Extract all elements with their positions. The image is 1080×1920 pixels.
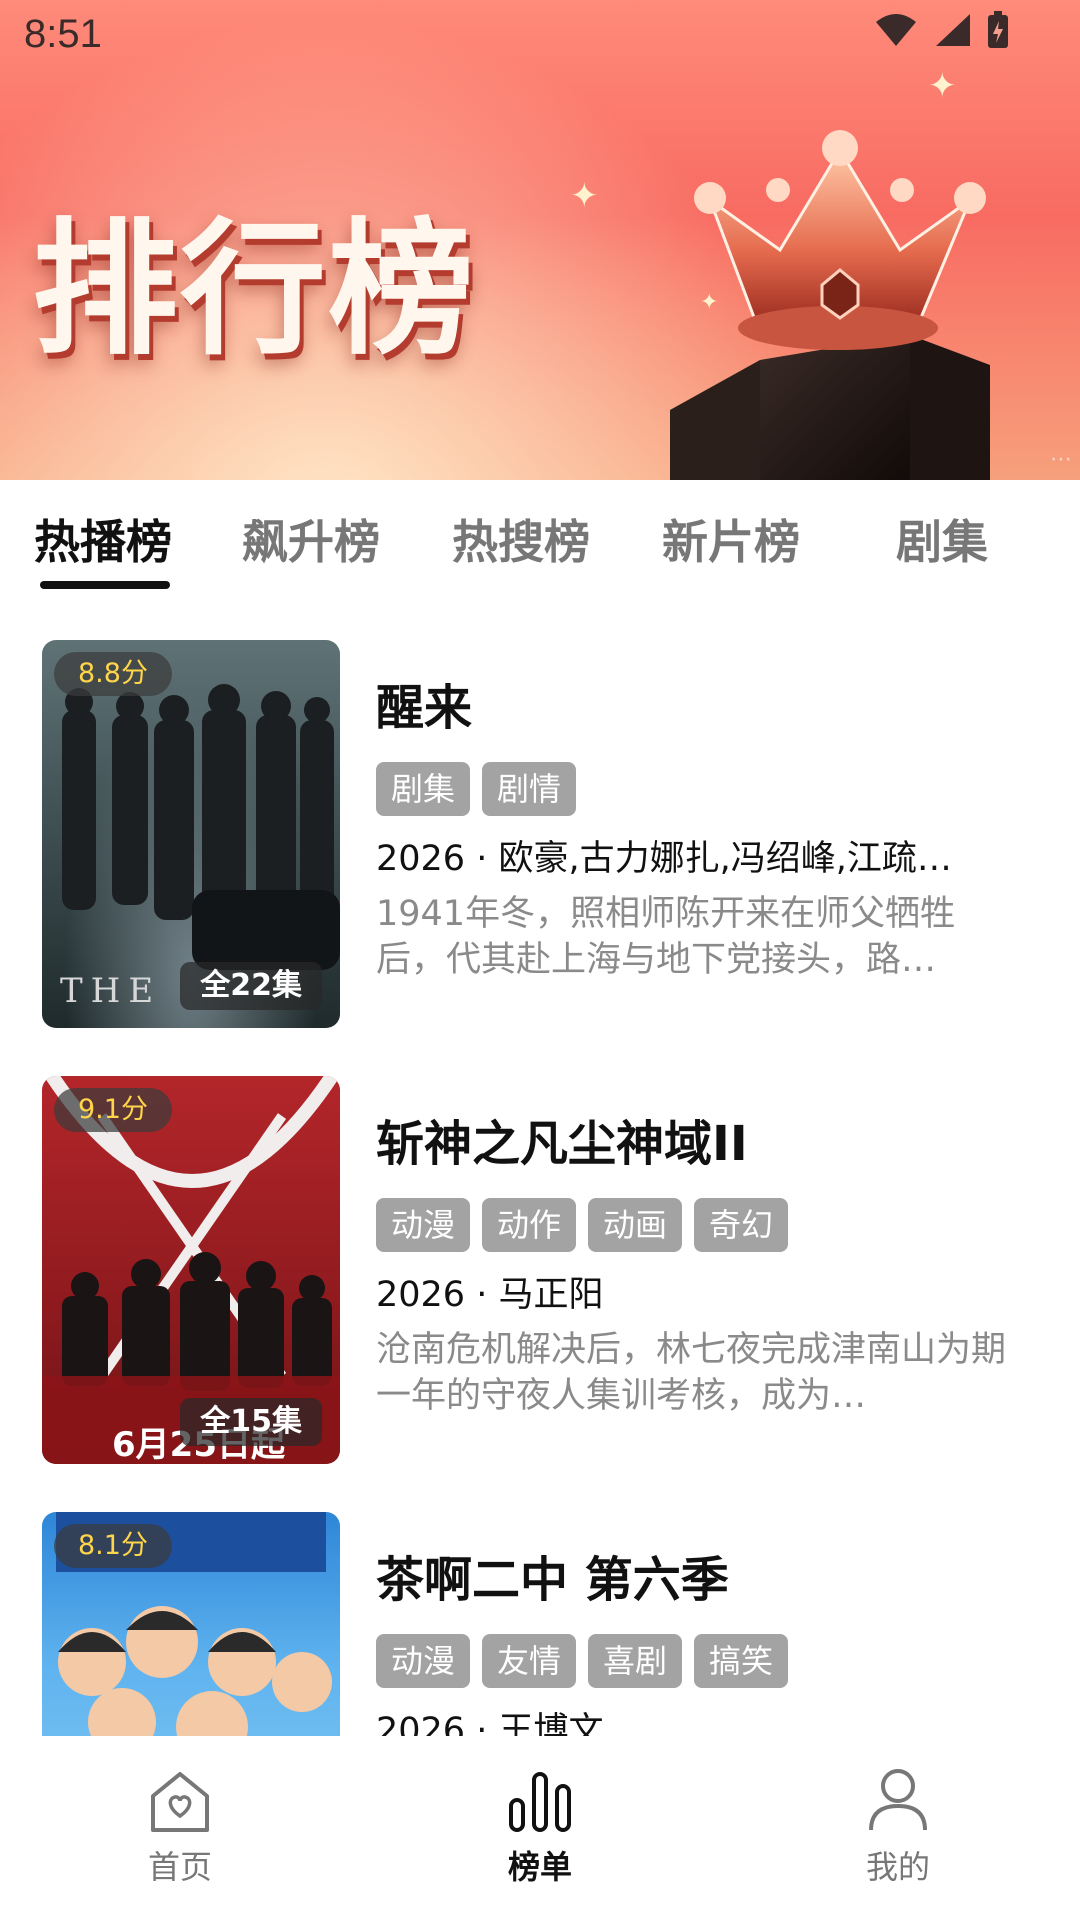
nav-ranking[interactable]: 榜单 xyxy=(460,1766,620,1888)
bottom-nav: 首页 榜单 我的 xyxy=(0,1736,1080,1920)
item-info: 醒来 剧集 剧情 2026 · 欧豪,古力娜扎,冯绍峰,江疏… 1941年冬，照… xyxy=(376,668,1026,983)
wifi-icon xyxy=(876,14,916,46)
poster-image[interactable]: 8.1分 xyxy=(42,1512,340,1736)
item-title[interactable]: 醒来 xyxy=(376,668,1026,738)
list-item[interactable]: THE 8.8分 全22集 醒来 剧集 剧情 2026 · 欧豪,古力娜扎,冯绍… xyxy=(0,590,1080,1028)
genre-tag: 友情 xyxy=(482,1634,577,1688)
banner-title: 排行榜 xyxy=(32,205,476,375)
rating-badge: 8.8分 xyxy=(54,652,172,696)
item-description: 沧南危机解决后，林七夜完成津南山为期一年的守夜人集训考核，成为… xyxy=(376,1330,1007,1416)
item-title[interactable]: 茶啊二中 第六季 xyxy=(376,1540,1026,1610)
item-info: 斩神之凡尘神域II 动漫 动作 动画 奇幻 2026 · 马正阳 沧南危机解决后… xyxy=(376,1104,1026,1419)
tag-list: 动漫 动作 动画 奇幻 xyxy=(376,1198,1026,1252)
genre-tag: 动漫 xyxy=(376,1198,471,1252)
status-icons xyxy=(874,10,1010,50)
crown-icon xyxy=(670,130,990,480)
status-time: 8:51 xyxy=(24,12,102,56)
tab-series[interactable]: 剧集 xyxy=(896,506,988,572)
item-meta: 2026 · 马正阳 xyxy=(376,1275,604,1315)
nav-home-label: 首页 xyxy=(147,1848,212,1886)
svg-text:THE: THE xyxy=(60,971,161,1011)
poster-image[interactable]: 6月25日起 9.1分 全15集 xyxy=(42,1076,340,1464)
rating-badge: 8.1分 xyxy=(54,1524,172,1568)
genre-tag: 动画 xyxy=(588,1198,683,1252)
profile-icon xyxy=(869,1769,927,1831)
episode-count-badge: 全22集 xyxy=(180,962,322,1010)
tab-rising[interactable]: 飙升榜 xyxy=(242,506,380,572)
item-description: 1941年冬，照相师陈开来在师父牺牲后，代其赴上海与地下党接头，路… xyxy=(376,894,956,980)
tag-list: 剧集 剧情 xyxy=(376,762,1026,816)
item-title[interactable]: 斩神之凡尘神域II xyxy=(376,1104,1026,1174)
tab-hot[interactable]: 热播榜 xyxy=(34,506,172,572)
chart-icon xyxy=(509,1772,571,1832)
home-icon xyxy=(151,1772,209,1832)
genre-tag: 动作 xyxy=(482,1198,577,1252)
item-meta: 2026 · 王博文 xyxy=(376,1711,604,1736)
item-info: 茶啊二中 第六季 动漫 友情 喜剧 搞笑 2026 · 王博文 xyxy=(376,1540,1026,1736)
tab-indicator xyxy=(40,581,170,589)
rating-badge: 9.1分 xyxy=(54,1088,172,1132)
genre-tag: 动漫 xyxy=(376,1634,471,1688)
tag-list: 动漫 友情 喜剧 搞笑 xyxy=(376,1634,1026,1688)
battery-icon xyxy=(988,11,1008,48)
tab-search[interactable]: 热搜榜 xyxy=(452,506,590,572)
sparkle-icon: ✦ xyxy=(928,66,957,106)
genre-tag: 剧情 xyxy=(482,762,577,816)
genre-tag: 喜剧 xyxy=(588,1634,683,1688)
list-item[interactable]: 8.1分 茶啊二中 第六季 动漫 友情 喜剧 搞笑 2026 · 王博文 xyxy=(0,1462,1080,1736)
genre-tag: 剧集 xyxy=(376,762,471,816)
nav-home[interactable]: 首页 xyxy=(100,1766,260,1888)
nav-profile-label: 我的 xyxy=(865,1848,930,1886)
sparkle-icon: ✦ xyxy=(570,176,599,216)
signal-icon xyxy=(936,14,970,46)
episode-count-badge: 全15集 xyxy=(180,1398,322,1446)
item-meta: 2026 · 欧豪,古力娜扎,冯绍峰,江疏… xyxy=(376,839,952,879)
genre-tag: 奇幻 xyxy=(694,1198,789,1252)
list-item[interactable]: 6月25日起 9.1分 全15集 斩神之凡尘神域II 动漫 动作 动画 奇幻 2… xyxy=(0,1026,1080,1464)
ranking-banner: 8:51 排行榜 ✦ ✦ ✦ ⋯ xyxy=(0,0,1080,480)
ranking-tabs: 热播榜 飙升榜 热搜榜 新片榜 剧集 xyxy=(0,480,1080,590)
genre-tag: 搞笑 xyxy=(694,1634,789,1688)
nav-ranking-label: 榜单 xyxy=(507,1848,572,1886)
ranking-list: THE 8.8分 全22集 醒来 剧集 剧情 2026 · 欧豪,古力娜扎,冯绍… xyxy=(0,590,1080,1736)
watermark: ⋯ xyxy=(1050,447,1072,472)
poster-image[interactable]: THE 8.8分 全22集 xyxy=(42,640,340,1028)
nav-profile[interactable]: 我的 xyxy=(818,1766,978,1888)
tab-new[interactable]: 新片榜 xyxy=(662,506,800,572)
